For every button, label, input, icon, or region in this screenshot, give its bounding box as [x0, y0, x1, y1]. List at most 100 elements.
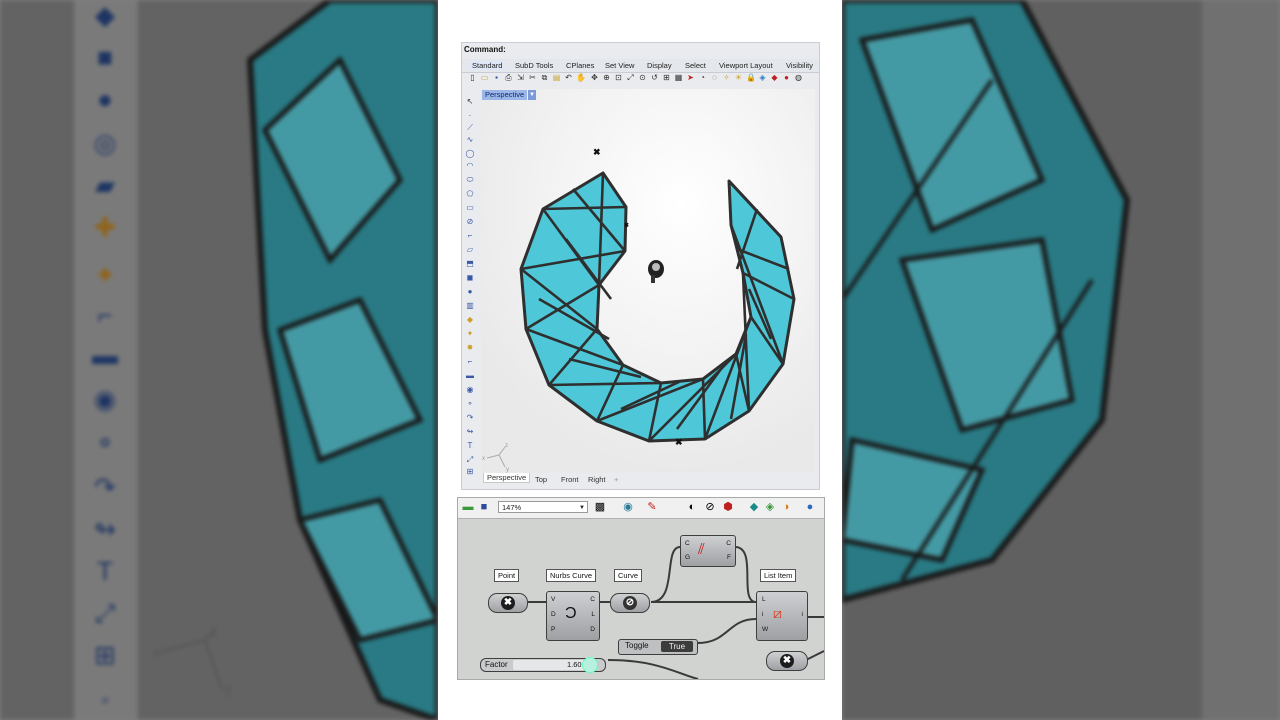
toggle-value[interactable]: True	[661, 641, 693, 652]
explode-icon[interactable]: ✸	[465, 343, 475, 353]
undo-view-icon[interactable]: ↺	[650, 73, 659, 82]
fillet-icon[interactable]: ⌐	[465, 231, 475, 241]
render-icon[interactable]: ●	[782, 73, 791, 82]
pen-icon[interactable]: ✎	[646, 501, 658, 513]
zoom-select[interactable]: 147% ▼	[498, 501, 588, 513]
tab-display[interactable]: Display	[647, 61, 672, 70]
zoom-icon[interactable]: ⊕	[602, 73, 611, 82]
rotate-view-icon[interactable]: ✥	[590, 73, 599, 82]
extrude-icon[interactable]: ⬒	[465, 259, 475, 269]
point-icon[interactable]: ·	[465, 111, 475, 121]
preview-eye-icon[interactable]: ◉	[622, 501, 634, 513]
save-icon[interactable]: ▪	[492, 73, 501, 82]
boolean-toggle[interactable]: Toggle True	[618, 639, 698, 655]
polyline-icon[interactable]: ⟋	[465, 123, 475, 133]
grasshopper-canvas[interactable]: Point ✖ Nurbs Curve V D P C L D Ͻ Curve …	[458, 519, 824, 679]
viewport-tab-top[interactable]: Top	[535, 475, 547, 484]
grasshopper-toolbar: ▬ ■ 147% ▼ ▩ ◉ ✎ ◐ ⊘ ⬢ ◆ ◈ ◑ ●	[458, 498, 824, 519]
viewport-menu-arrow-icon[interactable]: ▼	[528, 90, 536, 100]
dimension-icon[interactable]: ⤢	[465, 455, 475, 465]
zoom-extents-icon[interactable]: ⤢	[626, 73, 635, 82]
stop-icon[interactable]: ⬢	[722, 501, 734, 513]
sphere-icon[interactable]: ●	[465, 287, 475, 297]
light-icon[interactable]: ☀	[734, 73, 743, 82]
text-icon[interactable]: T	[465, 441, 475, 451]
slider-handle[interactable]	[582, 657, 598, 673]
lock-icon[interactable]: 🔒	[746, 73, 756, 82]
add-viewport-icon[interactable]: +	[614, 475, 618, 484]
ellipse-icon[interactable]: ⬭	[465, 175, 475, 185]
svg-text:✖: ✖	[593, 147, 601, 157]
tab-subd-tools[interactable]: SubD Tools	[515, 61, 553, 70]
tab-viewport-layout[interactable]: Viewport Layout	[719, 61, 773, 70]
block-icon[interactable]: ⊞	[465, 467, 475, 477]
save-icon[interactable]: ■	[478, 501, 490, 513]
rotate-icon[interactable]: ↷	[465, 413, 475, 423]
bake-icon[interactable]: ◆	[748, 501, 760, 513]
select-arrow-icon[interactable]: ↖	[465, 97, 475, 107]
tab-set-view[interactable]: Set View	[605, 61, 634, 70]
snap-icon[interactable]: ✧	[722, 73, 731, 82]
viewport-tab-perspective[interactable]: Perspective	[483, 473, 531, 483]
hide-icon[interactable]: ◔	[698, 73, 707, 82]
viewport-tab-right[interactable]: Right	[588, 475, 606, 484]
material-icon[interactable]: ◍	[794, 73, 803, 82]
group-icon[interactable]: ▬	[465, 371, 475, 381]
join-icon[interactable]: ⌐	[465, 357, 475, 367]
circle-icon[interactable]: ◯	[465, 149, 475, 159]
open-file-icon[interactable]: ▭	[480, 73, 489, 82]
rectangle-icon[interactable]: ▭	[465, 203, 475, 213]
cluster-icon[interactable]: ◈	[764, 501, 776, 513]
open-icon[interactable]: ▬	[462, 501, 474, 513]
viewport-tab-front[interactable]: Front	[561, 475, 579, 484]
new-file-icon[interactable]: ▯	[468, 73, 477, 82]
analyze-icon[interactable]: ◉	[465, 385, 475, 395]
tab-select[interactable]: Select	[685, 61, 706, 70]
tab-standard[interactable]: Standard	[470, 61, 505, 70]
paste-icon[interactable]: ▤	[552, 73, 561, 82]
surface-icon[interactable]: ▱	[465, 245, 475, 255]
sketch-icon[interactable]: ▩	[594, 501, 606, 513]
polygon-icon[interactable]: ⬠	[465, 189, 475, 199]
four-views-icon[interactable]: ⊞	[662, 73, 671, 82]
scale-icon[interactable]: ↬	[465, 427, 475, 437]
command-line[interactable]: Command:	[464, 45, 506, 54]
viewport-label[interactable]: Perspective	[482, 90, 528, 100]
zoom-window-icon[interactable]: ⊡	[614, 73, 623, 82]
factor-slider[interactable]: Factor 1.60	[480, 657, 606, 673]
properties-icon[interactable]: ◈	[758, 73, 767, 82]
point-component[interactable]: ✖	[488, 593, 528, 613]
curve-icon[interactable]: ∿	[465, 135, 475, 145]
zoom-selected-icon[interactable]: ⊙	[638, 73, 647, 82]
import-icon[interactable]: ⇲	[516, 73, 525, 82]
select-icon[interactable]: ➤	[686, 73, 695, 82]
copy-icon[interactable]: ⧉	[540, 73, 549, 82]
curve-component[interactable]: ⊘	[610, 593, 650, 613]
output-point-component[interactable]: ✖	[766, 651, 808, 671]
color-icon[interactable]: ◑	[780, 501, 792, 513]
offset-icon[interactable]: ⊘	[465, 217, 475, 227]
nurbs-curve-component[interactable]: V D P C L D Ͻ	[546, 591, 600, 641]
arc-icon[interactable]: ◠	[465, 161, 475, 171]
shaded-icon[interactable]: ◐	[686, 501, 698, 513]
tab-cplanes[interactable]: CPlanes	[566, 61, 594, 70]
globe-icon[interactable]: ●	[804, 501, 816, 513]
cplane-icon[interactable]: ▦	[674, 73, 683, 82]
pan-icon[interactable]: ✋	[576, 73, 586, 82]
undo-icon[interactable]: ↶	[564, 73, 573, 82]
list-item-component[interactable]: L i W i ⧄	[756, 591, 808, 641]
wire-icon[interactable]: ⊘	[704, 501, 716, 513]
transform-component[interactable]: C G C F ⫽	[680, 535, 736, 567]
show-icon[interactable]: ◌	[710, 73, 719, 82]
mesh-model[interactable]: ✖ ✖ ✖ z x y	[481, 89, 815, 473]
cut-icon[interactable]: ✂	[528, 73, 537, 82]
box-icon[interactable]: ◼	[465, 273, 475, 283]
boolean-icon[interactable]: ✦	[465, 329, 475, 339]
perspective-viewport[interactable]: ✖ ✖ ✖ z x y Perspective ▼	[481, 89, 815, 473]
tab-visibility[interactable]: Visibility	[786, 61, 813, 70]
cylinder-icon[interactable]: ▥	[465, 301, 475, 311]
print-icon[interactable]: ⎙	[504, 73, 513, 82]
transform-icon[interactable]: ⚬	[465, 399, 475, 409]
mesh-icon[interactable]: ◆	[465, 315, 475, 325]
layer-icon[interactable]: ◆	[770, 73, 779, 82]
